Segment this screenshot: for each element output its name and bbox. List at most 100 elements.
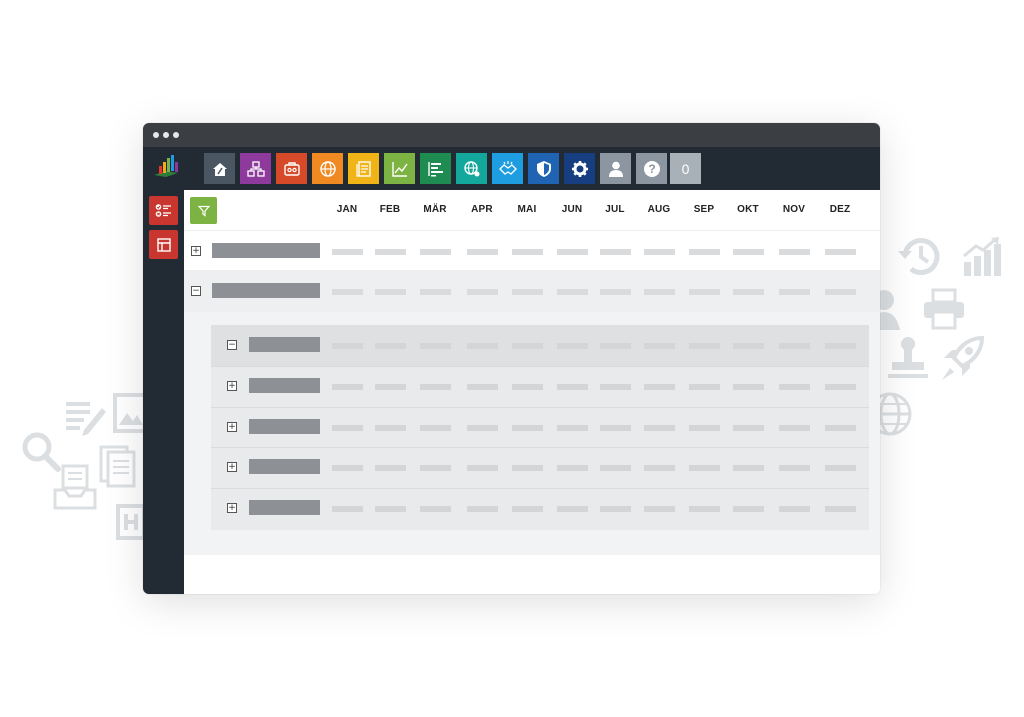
month-cell-placeholder [779, 384, 810, 390]
documents-icon [98, 444, 138, 488]
timeline-button[interactable] [420, 153, 451, 184]
month-cell-placeholder [779, 289, 810, 295]
collapse-toggle[interactable]: − [191, 286, 201, 296]
world-icon [880, 392, 914, 436]
row-label-placeholder [249, 500, 320, 515]
expand-toggle[interactable]: + [227, 381, 237, 391]
month-cell-placeholder [644, 249, 675, 255]
org-chart-icon [246, 160, 265, 177]
month-cell-placeholder [644, 343, 675, 349]
counter-value: 0 [681, 160, 690, 177]
settings-button[interactable] [564, 153, 595, 184]
gantt-icon [427, 161, 443, 176]
month-cell-placeholder [733, 384, 764, 390]
month-header-cell: JAN [336, 204, 358, 215]
month-cell-placeholder [689, 465, 720, 471]
month-cell-placeholder [733, 465, 764, 471]
month-cell-placeholder [557, 249, 588, 255]
month-cell-placeholder [332, 384, 363, 390]
month-cell-placeholder [825, 425, 856, 431]
month-cell-placeholder [467, 384, 498, 390]
month-cell-placeholder [467, 425, 498, 431]
sidebar-item-layout[interactable] [149, 230, 178, 259]
month-cell-placeholder [420, 384, 451, 390]
month-cell-placeholder [825, 506, 856, 512]
user-button[interactable] [600, 153, 631, 184]
collapse-toggle[interactable]: − [227, 340, 237, 350]
month-cell-placeholder [420, 343, 451, 349]
month-cell-placeholder [600, 384, 631, 390]
month-cell-placeholder [557, 289, 588, 295]
expand-toggle[interactable]: + [227, 503, 237, 513]
table-row[interactable]: + [184, 447, 880, 489]
notification-counter[interactable]: 0 [670, 153, 701, 184]
globe-icon [319, 160, 336, 177]
expand-toggle[interactable]: + [227, 422, 237, 432]
network-globe-icon [463, 160, 479, 176]
month-cell-placeholder [825, 289, 856, 295]
month-cell-placeholder [420, 289, 451, 295]
reports-button[interactable] [384, 153, 415, 184]
sidebar-item-tasks[interactable] [149, 196, 178, 225]
month-cell-placeholder [332, 506, 363, 512]
organization-button[interactable] [240, 153, 271, 184]
table-row[interactable]: − [184, 271, 880, 312]
network-button[interactable] [456, 153, 487, 184]
month-cell-placeholder [689, 425, 720, 431]
month-cell-placeholder [512, 343, 543, 349]
month-cell-placeholder [512, 289, 543, 295]
month-cell-placeholder [375, 506, 406, 512]
month-cell-placeholder [779, 506, 810, 512]
window-dot[interactable] [163, 132, 169, 138]
expand-toggle[interactable]: + [191, 246, 201, 256]
row-label-placeholder [249, 337, 320, 352]
month-cell-placeholder [557, 465, 588, 471]
table-row[interactable]: − [184, 325, 880, 367]
shield-icon [536, 160, 551, 177]
partners-button[interactable] [492, 153, 523, 184]
help-button[interactable]: ? [636, 153, 667, 184]
month-cell-placeholder [600, 343, 631, 349]
table-row[interactable]: + [184, 407, 880, 448]
checklist-icon [155, 203, 171, 217]
row-label-placeholder [249, 419, 320, 434]
month-cell-placeholder [375, 289, 406, 295]
filter-icon [197, 205, 210, 217]
month-cell-placeholder [512, 465, 543, 471]
month-cell-placeholder [825, 249, 856, 255]
planning-grid: JAN FEB MÄR APR MAI JUN JUL AUG SEP OKT NOV DEZ + − −… [184, 190, 880, 594]
month-cell-placeholder [375, 384, 406, 390]
security-button[interactable] [528, 153, 559, 184]
app-window: ? 0 JAN FEB MÄR APR MAI JUN JUL AUG SEP OKT NOV DEZ… [143, 123, 880, 594]
home-button[interactable] [204, 153, 235, 184]
inbox-icon [53, 464, 97, 512]
global-button[interactable] [312, 153, 343, 184]
expand-toggle[interactable]: + [227, 462, 237, 472]
app-logo[interactable] [151, 153, 181, 183]
month-cell-placeholder [733, 249, 764, 255]
window-dot[interactable] [153, 132, 159, 138]
home-icon [212, 162, 227, 176]
month-cell-placeholder [644, 425, 675, 431]
month-cell-placeholder [467, 249, 498, 255]
portfolio-button[interactable] [276, 153, 307, 184]
window-dot[interactable] [173, 132, 179, 138]
month-cell-placeholder [375, 249, 406, 255]
month-cell-placeholder [600, 249, 631, 255]
month-header-cell: APR [471, 204, 493, 215]
gear-icon [571, 160, 588, 177]
table-row[interactable]: + [184, 488, 880, 529]
month-cell-placeholder [332, 289, 363, 295]
month-cell-placeholder [557, 425, 588, 431]
month-cell-placeholder [512, 506, 543, 512]
filter-button[interactable] [190, 197, 217, 224]
month-cell-placeholder [733, 289, 764, 295]
briefcase-icon [283, 161, 300, 176]
table-row[interactable]: + [184, 366, 880, 408]
documents-button[interactable] [348, 153, 379, 184]
month-cell-placeholder [600, 289, 631, 295]
svg-text:?: ? [648, 162, 655, 176]
month-cell-placeholder [375, 343, 406, 349]
stamp-icon [886, 336, 930, 380]
table-row[interactable]: + [184, 231, 880, 271]
